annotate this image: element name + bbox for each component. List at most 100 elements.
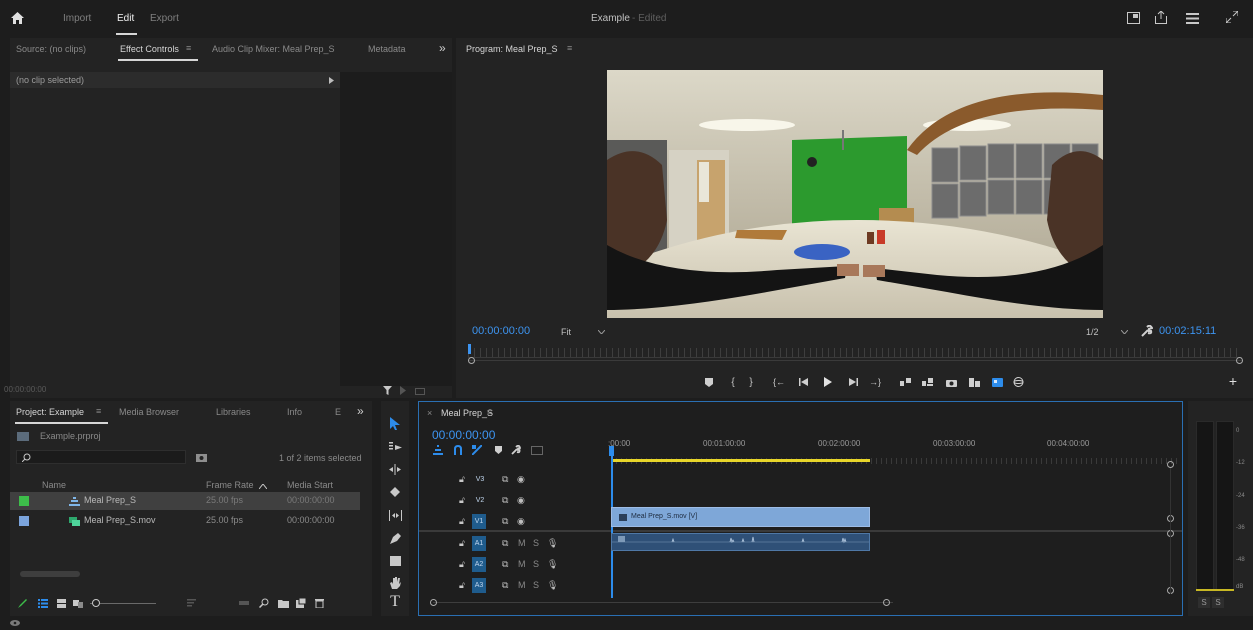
program-timecode[interactable]: 00:00:00:00 [472,325,530,337]
track-select-tool-icon[interactable] [387,439,403,455]
workspaces-icon[interactable] [1184,10,1200,26]
new-search-bin-icon[interactable] [195,451,207,463]
expand-triangle-icon[interactable] [326,75,336,85]
project-search-input[interactable] [16,450,186,464]
go-to-out-icon[interactable]: →} [868,375,882,389]
lock-icon[interactable]: 🔓︎ [459,474,465,485]
sync-lock-icon[interactable]: ⧉ [502,580,508,591]
track-badge-v1[interactable]: V1 [472,514,486,529]
new-item-icon[interactable] [295,597,307,609]
home-icon[interactable] [8,9,26,27]
step-back-icon[interactable] [796,375,810,389]
project-overflow-button[interactable]: » [357,404,364,418]
sync-lock-icon[interactable]: ⧉ [502,559,508,570]
play-icon[interactable] [821,375,835,389]
eye-icon[interactable]: ◉ [517,495,525,506]
play-audio-icon[interactable] [398,384,410,396]
sync-lock-icon[interactable]: ⧉ [502,538,508,549]
eye-icon[interactable]: ◉ [517,474,525,485]
zoom-handle-right[interactable] [1236,357,1243,364]
fit-dropdown[interactable]: Fit [561,327,571,337]
vertical-scrollbar[interactable] [1170,468,1171,594]
slip-tool-icon[interactable] [387,507,403,523]
work-area-bar[interactable] [611,459,870,462]
column-media-start[interactable]: Media Start [287,480,333,490]
lock-icon[interactable]: 🔓︎ [459,559,465,570]
program-playhead[interactable] [468,344,471,354]
lift-icon[interactable] [898,375,912,389]
mark-in-icon[interactable]: { [726,375,740,389]
project-item-row-1[interactable]: Meal Prep_S 25.00 fps 00:00:00:00 [10,492,360,510]
sort-ascending-icon[interactable] [258,481,268,491]
fullscreen-icon[interactable] [1224,9,1240,25]
new-bin-icon[interactable] [277,597,289,609]
tab-metadata[interactable]: Metadata [368,44,406,54]
settings-wrench-icon[interactable] [1140,324,1154,338]
microphone-icon[interactable]: 🎙︎ [547,538,558,549]
tab-project[interactable]: Project: Example [16,407,84,417]
track-badge-a1[interactable]: A1 [472,536,486,551]
audio-clip[interactable] [611,533,870,551]
button-editor-plus-icon[interactable]: + [1226,373,1240,389]
linked-selection-icon[interactable] [471,444,483,456]
ripple-edit-tool-icon[interactable] [387,461,403,477]
go-to-in-icon[interactable]: {← [772,375,786,389]
type-tool-icon[interactable]: T [386,593,404,611]
extract-icon[interactable] [920,375,934,389]
project-item-row-2[interactable]: Meal Prep_S.mov 25.00 fps 00:00:00:00 [10,512,360,530]
tab-effect-controls[interactable]: Effect Controls [120,44,179,54]
automate-to-sequence-icon[interactable] [238,597,250,609]
selection-tool-icon[interactable] [387,415,403,431]
clear-trash-icon[interactable] [313,597,325,609]
zoom-handle-left[interactable] [468,357,475,364]
timeline-zoom-bar[interactable] [433,602,893,603]
tab-sequence[interactable]: Meal Prep_S [441,408,493,418]
timeline-zoom-left-handle[interactable] [430,599,437,606]
mute-button[interactable]: M [518,538,526,548]
program-scrubber[interactable] [468,348,1242,358]
tab-libraries[interactable]: Libraries [216,407,251,417]
status-eye-icon[interactable] [9,618,21,628]
tab-program-menu[interactable]: ≡ [567,43,572,53]
eye-icon[interactable]: ◉ [517,516,525,527]
sync-lock-icon[interactable]: ⧉ [502,474,508,485]
comparison-view-icon[interactable] [967,375,981,389]
tab-effects[interactable]: E [335,407,341,417]
vr-video-toggle-icon[interactable] [990,375,1004,389]
timeline-settings-wrench-icon[interactable] [510,444,522,456]
fit-chevron-icon[interactable] [596,327,606,337]
add-marker-timeline-icon[interactable] [492,444,504,456]
mark-out-icon[interactable]: } [744,375,758,389]
mute-button[interactable]: M [518,580,526,590]
solo-button[interactable]: S [533,538,539,548]
zoom-slider-handle[interactable] [92,599,100,607]
lock-icon[interactable]: 🔓︎ [459,516,465,527]
writable-pencil-icon[interactable] [17,597,29,609]
nav-export[interactable]: Export [150,13,179,24]
timeline-timecode[interactable]: 00:00:00:00 [432,428,495,442]
track-badge-a2[interactable]: A2 [472,557,486,572]
step-forward-icon[interactable] [846,375,860,389]
tab-program[interactable]: Program: Meal Prep_S [466,44,558,54]
column-frame-rate[interactable]: Frame Rate [206,480,254,490]
tab-sequence-menu[interactable]: ≡ [487,407,492,417]
sync-lock-icon[interactable]: ⧉ [502,516,508,527]
share-icon[interactable] [1153,9,1169,25]
column-name[interactable]: Name [42,480,66,490]
track-badge-v3[interactable]: V3 [473,472,487,487]
tab-source[interactable]: Source: (no clips) [16,44,86,54]
microphone-icon[interactable]: 🎙︎ [547,580,558,591]
label-color-swatch[interactable] [19,516,29,526]
track-badge-v2[interactable]: V2 [473,493,487,508]
track-zoom-handle-v1[interactable] [1167,461,1174,468]
nav-edit[interactable]: Edit [117,13,134,24]
nav-import[interactable]: Import [63,13,91,24]
close-sequence-tab-icon[interactable]: × [427,408,432,418]
icon-view-icon[interactable] [55,597,67,609]
pen-tool-icon[interactable] [387,530,403,546]
solo-button[interactable]: S [533,559,539,569]
sort-icons-icon[interactable] [185,597,197,609]
export-frame-icon[interactable] [414,384,426,396]
rectangle-tool-icon[interactable] [387,553,403,569]
vr-headset-icon[interactable] [1011,375,1025,389]
